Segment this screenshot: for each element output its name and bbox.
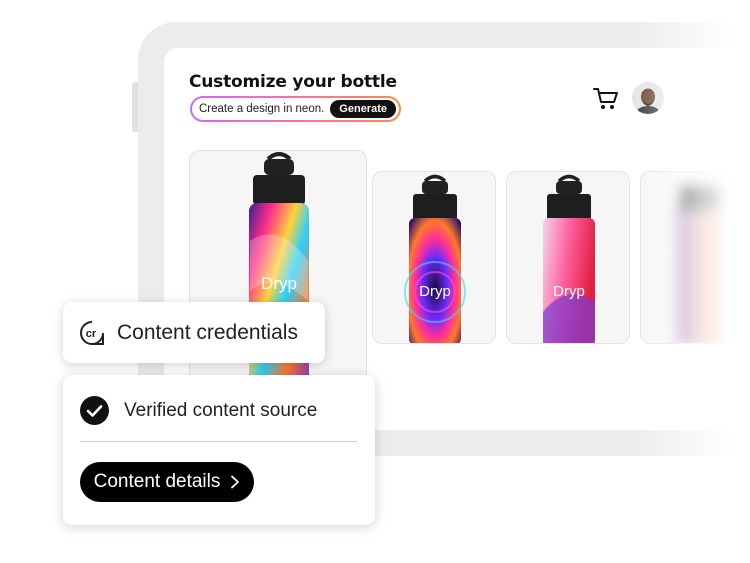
- divider: [80, 441, 357, 442]
- cart-icon[interactable]: [592, 84, 620, 112]
- content-credentials-label: Content credentials: [117, 320, 298, 344]
- content-credentials-card[interactable]: cr Content credentials: [63, 302, 325, 363]
- avatar[interactable]: [632, 82, 664, 114]
- bottle-brand-logo: Dryp: [261, 274, 297, 293]
- page-title: Customize your bottle: [189, 72, 397, 92]
- bottle-brand-logo: Dryp: [553, 283, 585, 300]
- cr-icon: cr: [80, 320, 104, 345]
- svg-text:cr: cr: [86, 328, 97, 340]
- content-details-label: Content details: [93, 471, 221, 492]
- bottle-brand-logo: Dryp: [419, 283, 451, 300]
- prompt-input-text[interactable]: Create a design in neon.: [199, 103, 324, 115]
- verified-row: Verified content source: [80, 396, 317, 425]
- content-details-button[interactable]: Content details: [80, 462, 254, 502]
- product-card-neon[interactable]: Dryp: [372, 171, 496, 344]
- checkmark-circle-icon: [80, 396, 109, 425]
- app-screen: Customize your bottle Create a design in…: [164, 48, 750, 430]
- product-card-partial[interactable]: [640, 171, 750, 344]
- product-card-waves[interactable]: Dryp: [506, 171, 630, 344]
- generate-button[interactable]: Generate: [330, 100, 396, 118]
- verified-source-label: Verified content source: [124, 399, 318, 421]
- chevron-right-icon: [231, 475, 240, 489]
- verification-card: Verified content source Content details: [63, 375, 375, 525]
- prompt-field[interactable]: Create a design in neon. Generate: [190, 96, 401, 122]
